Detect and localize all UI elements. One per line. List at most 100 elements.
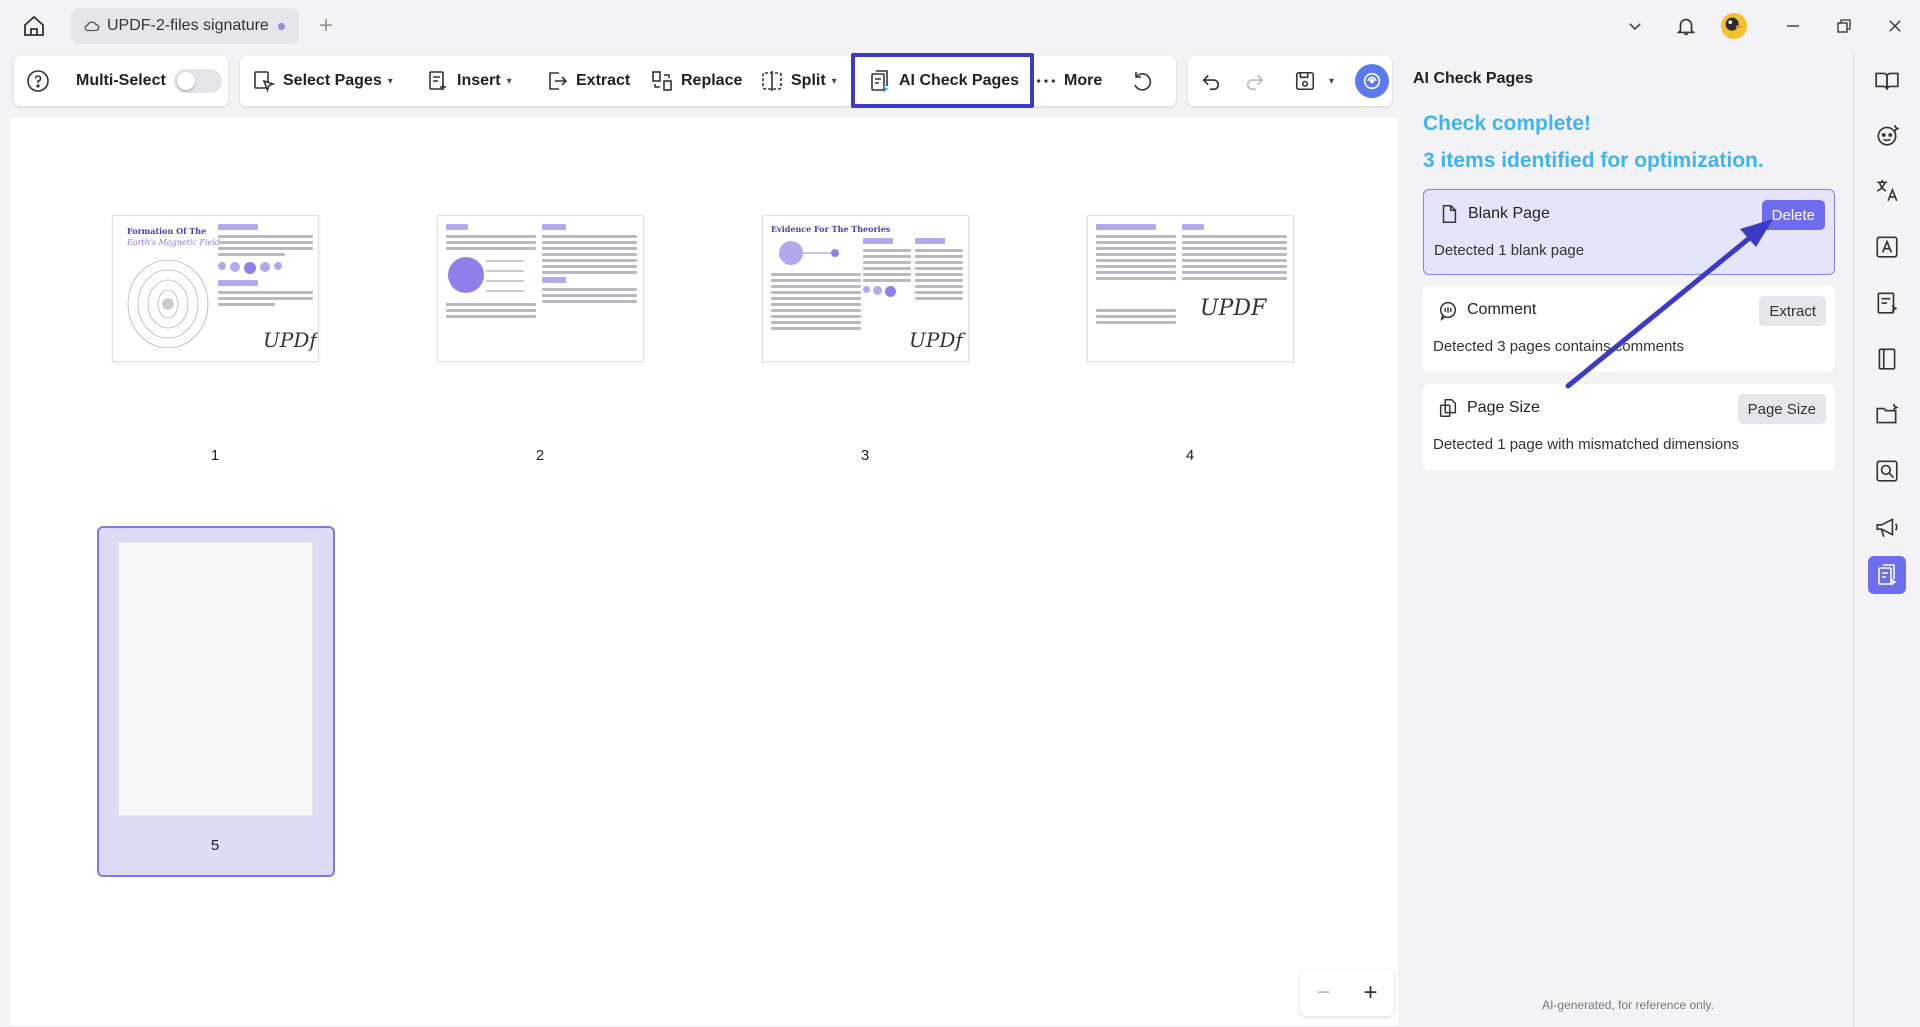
document-tab[interactable]: UPDF-2-files signature: [71, 8, 299, 44]
new-tab-button[interactable]: +: [314, 12, 338, 40]
replace-icon: [652, 71, 672, 91]
zoom-in-button[interactable]: +: [1356, 979, 1386, 1007]
page-size-button[interactable]: Page Size: [1737, 394, 1826, 424]
avatar[interactable]: [1720, 12, 1748, 40]
presentation-button[interactable]: [1868, 508, 1906, 546]
translate-button[interactable]: [1868, 172, 1906, 210]
tool-rail: [1853, 52, 1920, 1027]
insert-page-icon: [429, 71, 446, 90]
page-subheading: Earth's Magnetic Field: [127, 238, 220, 247]
chevron-down-icon: [1629, 23, 1641, 31]
undo-icon: [1202, 74, 1220, 91]
page-number-2: 2: [535, 447, 545, 464]
page-number-1: 1: [210, 447, 220, 464]
blank-page-card[interactable]: Blank Page Delete Detected 1 blank page: [1423, 189, 1835, 275]
card-title: Blank Page: [1468, 205, 1550, 222]
more-icon: [1037, 79, 1055, 83]
notifications-button[interactable]: [1672, 12, 1700, 40]
ai-assistant-icon: [1363, 72, 1381, 90]
minimize-button[interactable]: [1779, 12, 1807, 40]
comment-card[interactable]: Comment Extract Detected 3 pages contain…: [1423, 286, 1835, 372]
extract-label: Extract: [576, 72, 631, 89]
page-text-column: [863, 238, 911, 361]
help-icon: [27, 70, 49, 92]
more-button[interactable]: More: [1035, 56, 1102, 106]
minimize-icon: [1787, 25, 1799, 27]
multi-select-group: Multi-Select: [14, 56, 228, 106]
card-title: Comment: [1467, 301, 1537, 318]
ai-chat-button[interactable]: [1868, 116, 1906, 154]
home-icon: [24, 15, 44, 36]
select-pages-button[interactable]: Select Pages ▾: [252, 56, 393, 106]
page-thumbnail-1[interactable]: Formation Of The Earth's Magnetic Field …: [112, 215, 319, 362]
rotate-button[interactable]: [1130, 56, 1161, 106]
close-button[interactable]: [1881, 12, 1909, 40]
bell-icon: [1676, 18, 1696, 36]
ai-form-button[interactable]: [1868, 284, 1906, 322]
page-text-column: [542, 224, 637, 354]
undo-button[interactable]: [1200, 56, 1229, 106]
extract-comments-button[interactable]: Extract: [1759, 296, 1826, 326]
tabs-dropdown-button[interactable]: [1621, 12, 1649, 40]
replace-label: Replace: [681, 72, 743, 89]
page-text-column: [1182, 224, 1287, 354]
page-number-4: 4: [1185, 447, 1195, 464]
page-thumbnail-2[interactable]: [437, 215, 644, 362]
chevron-down-icon: ▾: [387, 75, 393, 87]
title-bar: UPDF-2-files signature +: [0, 0, 1920, 52]
bookmarks-button[interactable]: [1868, 340, 1906, 378]
avatar-icon: [1720, 12, 1748, 40]
save-icon: [1295, 71, 1315, 91]
toggle-knob: [177, 72, 195, 90]
help-button[interactable]: [26, 56, 57, 106]
book-open-icon: [1875, 72, 1899, 90]
split-button[interactable]: Split ▾: [760, 56, 837, 106]
ai-assistant-button[interactable]: [1355, 64, 1389, 98]
page-size-card[interactable]: Page Size Page Size Detected 1 page with…: [1423, 384, 1835, 470]
card-title: Page Size: [1467, 399, 1540, 416]
panel-title: AI Check Pages: [1413, 70, 1534, 87]
page-number-5: 5: [210, 837, 220, 854]
page-thumbnail-5[interactable]: [118, 542, 313, 816]
card-description: Detected 3 pages contains comments: [1433, 338, 1684, 355]
reader-mode-button[interactable]: [1868, 62, 1906, 100]
restore-button[interactable]: [1830, 12, 1858, 40]
ai-check-pages-icon: [1878, 564, 1897, 586]
insert-label: Insert: [457, 72, 501, 89]
page-size-icon: [1439, 399, 1457, 417]
redo-button[interactable]: [1244, 56, 1273, 106]
organize-files-button[interactable]: [1868, 396, 1906, 434]
ai-check-pages-panel: AI Check Pages Check complete! 3 items i…: [1403, 52, 1853, 1027]
ai-disclaimer: AI-generated, for reference only.: [1542, 998, 1714, 1012]
page-number-3: 3: [860, 447, 870, 464]
page-thumbnail-3[interactable]: Evidence For The Theories UPDf: [762, 215, 969, 362]
card-description: Detected 1 page with mismatched dimensio…: [1433, 436, 1739, 453]
search-document-button[interactable]: [1868, 452, 1906, 490]
signature: UPDf: [263, 328, 317, 352]
orbit-diagram: [779, 241, 839, 265]
page-thumbnail-4[interactable]: UPDF: [1087, 215, 1294, 362]
insert-button[interactable]: Insert ▾: [426, 56, 512, 106]
zoom-out-button[interactable]: −: [1309, 979, 1339, 1007]
unsaved-dot: [278, 23, 285, 30]
card-description: Detected 1 blank page: [1434, 242, 1585, 259]
home-button[interactable]: [20, 12, 48, 40]
magnetic-field-diagram: [127, 259, 209, 349]
chevron-down-icon: ▾: [1329, 75, 1335, 87]
select-pages-label: Select Pages: [283, 72, 382, 89]
folder-sparkle-icon: [1876, 403, 1899, 424]
save-button[interactable]: ▾: [1294, 56, 1334, 106]
delete-button[interactable]: Delete: [1761, 200, 1825, 230]
multi-select-toggle[interactable]: [174, 69, 222, 93]
chevron-down-icon: ▾: [831, 75, 837, 87]
zoom-controls: − +: [1300, 970, 1394, 1016]
search-icon: [1876, 460, 1898, 482]
ai-check-pages-tool-button[interactable]: [1868, 556, 1906, 594]
extract-button[interactable]: Extract: [545, 56, 630, 106]
more-label: More: [1064, 72, 1103, 89]
replace-button[interactable]: Replace: [650, 56, 742, 106]
page-tools-group: Select Pages ▾ Insert ▾ Extract Replace Sp…: [240, 56, 1176, 106]
ocr-button[interactable]: [1868, 228, 1906, 266]
items-identified-text: 3 items identified for optimization.: [1423, 149, 1764, 172]
book-icon: [1878, 348, 1896, 370]
